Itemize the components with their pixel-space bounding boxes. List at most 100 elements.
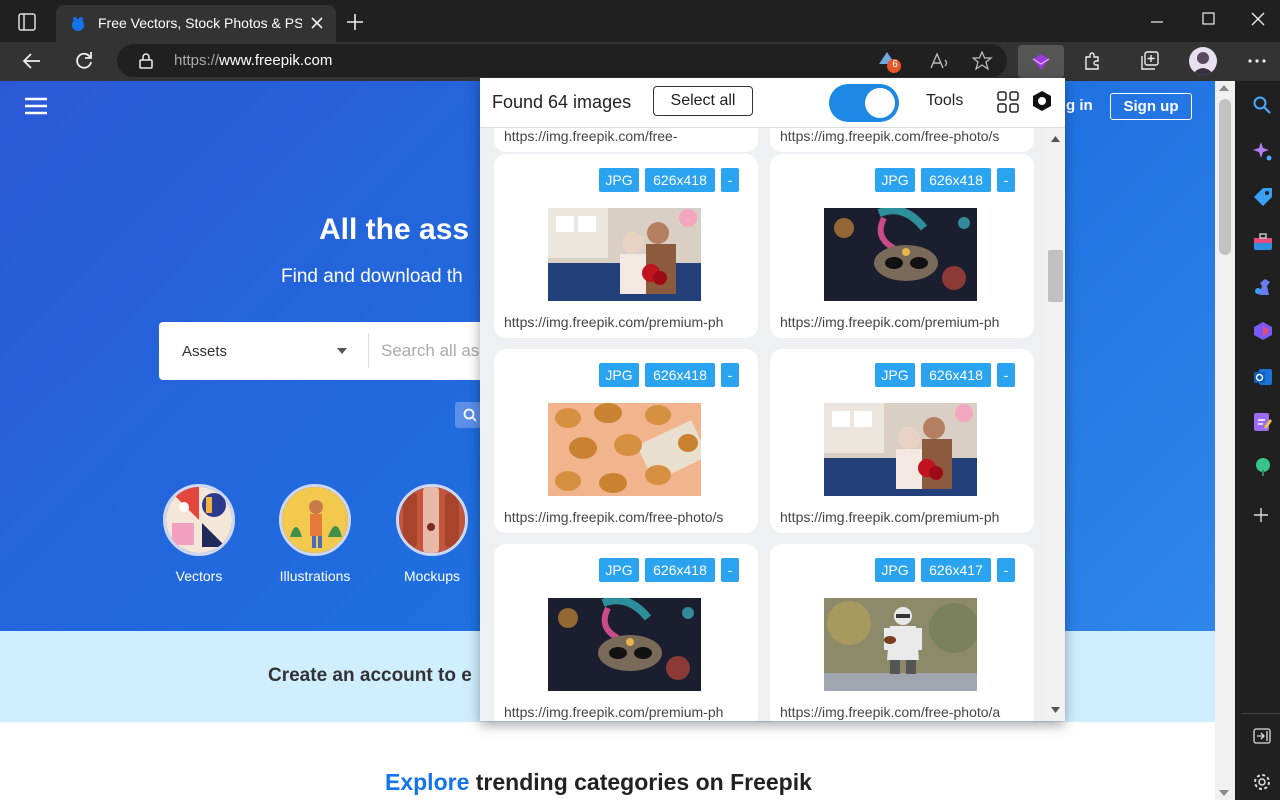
more-badge[interactable]: - (997, 558, 1015, 582)
lock-icon[interactable] (139, 53, 153, 69)
browser-toolbar: https://www.freepik.com 6 (0, 42, 1280, 81)
tools-button[interactable]: Tools (926, 92, 963, 110)
chevron-down-icon[interactable] (337, 348, 347, 354)
search-category-select[interactable]: Assets (182, 343, 227, 360)
edge-sidebar (1241, 81, 1280, 800)
popup-scroll-down-icon[interactable] (1051, 707, 1060, 713)
image-thumbnail[interactable] (548, 598, 701, 691)
maximize-icon[interactable] (1202, 12, 1216, 26)
format-badge: JPG (875, 363, 915, 387)
outlook-icon[interactable] (1253, 367, 1273, 387)
browser-tab-active[interactable]: Free Vectors, Stock Photos & PSD (56, 5, 336, 42)
profile-avatar[interactable] (1189, 47, 1217, 75)
tree-icon[interactable] (1253, 457, 1273, 477)
page-scroll-thumb[interactable] (1219, 99, 1231, 255)
image-thumbnail[interactable] (548, 208, 701, 301)
more-badge[interactable]: - (721, 558, 739, 582)
image-card[interactable]: JPG 626x418- https://img.freepik.com/premi… (770, 154, 1034, 338)
more-badge[interactable]: - (721, 168, 739, 192)
image-url: https://img.freepik.com/premium-ph (504, 314, 724, 330)
login-link[interactable]: g in (1066, 97, 1093, 114)
collections-icon[interactable] (1140, 51, 1160, 71)
minimize-icon[interactable] (1150, 15, 1164, 29)
image-url: https://img.freepik.com/premium-ph (780, 314, 1000, 330)
copilot-sparkle-icon[interactable] (1253, 142, 1273, 162)
hero-title: All the ass (319, 213, 470, 246)
scroll-up-arrow-icon[interactable] (1219, 85, 1229, 91)
url-scheme: https:// (174, 52, 220, 69)
grid-view-icon[interactable] (997, 91, 1019, 113)
image-card[interactable]: JPG 626x418- https://img.freepik.com/premi… (494, 154, 758, 338)
image-url: https://img.freepik.com/free-photo/a (780, 704, 1001, 720)
category-vectors[interactable]: Vectors (161, 484, 237, 584)
popup-header: Found 64 images Select all Tools (480, 78, 1065, 128)
add-sidebar-app-icon[interactable] (1253, 507, 1269, 523)
hide-sidebar-icon[interactable] (1253, 728, 1271, 744)
toggle-knob (865, 88, 895, 118)
tab-title: Free Vectors, Stock Photos & PSD (98, 15, 302, 31)
enable-toggle[interactable] (829, 84, 899, 122)
more-badge[interactable]: - (997, 363, 1015, 387)
url-domain: www.freepik.com (219, 52, 333, 69)
category-mockups[interactable]: Mockups (394, 484, 470, 584)
image-card[interactable]: JPG 626x418- https://img.freepik.com/premi… (494, 544, 758, 721)
image-thumbnail[interactable] (824, 208, 977, 301)
sidebar-search-icon[interactable] (1253, 96, 1271, 114)
tab-actions-icon[interactable] (18, 13, 36, 31)
image-thumbnail[interactable] (824, 598, 977, 691)
image-card-partial[interactable]: https://img.freepik.com/free-photo/s (770, 128, 1034, 152)
search-bar: Assets Search all as (159, 322, 489, 380)
mockups-thumbnail (396, 484, 468, 556)
page-scrollbar[interactable] (1215, 81, 1235, 800)
popup-scroll-thumb[interactable] (1048, 250, 1063, 302)
found-count-text: Found 64 images (492, 92, 632, 112)
popup-scroll-up-icon[interactable] (1051, 136, 1060, 142)
vectors-thumbnail (163, 484, 235, 556)
games-chess-icon[interactable] (1253, 277, 1273, 297)
more-badge[interactable]: - (721, 363, 739, 387)
image-downloader-popup: Found 64 images Select all Tools https:/… (480, 78, 1065, 721)
format-badge: JPG (875, 558, 915, 582)
shopping-tag-icon[interactable] (1253, 187, 1273, 207)
image-card[interactable]: JPG 626x418- https://img.freepik.com/premi… (770, 349, 1034, 533)
search-icon[interactable] (455, 402, 481, 428)
tracking-prevention-icon[interactable]: 6 (877, 50, 903, 74)
image-extension-button[interactable] (1018, 45, 1064, 78)
new-tab-icon[interactable] (346, 13, 364, 31)
microsoft365-icon[interactable] (1253, 321, 1273, 341)
search-input[interactable]: Search all as (381, 341, 479, 361)
scroll-down-arrow-icon[interactable] (1219, 790, 1229, 796)
back-icon[interactable] (22, 51, 42, 71)
settings-hexagon-icon[interactable] (1031, 90, 1053, 112)
explore-highlight: Explore (385, 769, 470, 795)
sidebar-settings-gear-icon[interactable] (1252, 772, 1272, 792)
image-url: https://img.freepik.com/free-photo/s (504, 509, 724, 525)
image-url: https://img.freepik.com/premium-ph (504, 704, 724, 720)
category-illustrations[interactable]: Illustrations (277, 484, 353, 584)
address-bar[interactable]: https://www.freepik.com 6 (117, 44, 1007, 77)
image-card[interactable]: JPG 626x417- https://img.freepik.com/free-… (770, 544, 1034, 721)
url-text[interactable]: https://www.freepik.com (174, 52, 332, 69)
extensions-puzzle-icon[interactable] (1083, 51, 1103, 71)
image-thumbnail[interactable] (824, 403, 977, 496)
signup-button[interactable]: Sign up (1110, 93, 1192, 120)
more-menu-icon[interactable] (1248, 59, 1266, 63)
image-url: https://img.freepik.com/free-photo/s (780, 128, 1000, 144)
drop-notes-icon[interactable] (1253, 412, 1273, 432)
refresh-icon[interactable] (74, 51, 94, 71)
close-window-icon[interactable] (1250, 11, 1266, 27)
image-thumbnail[interactable] (548, 403, 701, 496)
select-all-button[interactable]: Select all (653, 86, 753, 116)
hamburger-menu-icon[interactable] (24, 97, 48, 115)
more-badge[interactable]: - (997, 168, 1015, 192)
close-tab-icon[interactable] (310, 16, 324, 30)
image-card[interactable]: JPG 626x418- https://img.freepik.com/free-… (494, 349, 758, 533)
add-favorite-icon[interactable] (972, 51, 994, 71)
image-card-partial[interactable]: https://img.freepik.com/free- (494, 128, 758, 152)
format-badge: JPG (599, 168, 639, 192)
tools-briefcase-icon[interactable] (1253, 233, 1273, 251)
category-label: Illustrations (279, 568, 351, 584)
category-label: Mockups (403, 568, 461, 584)
popup-scrollbar[interactable] (1046, 128, 1065, 721)
read-aloud-icon[interactable] (929, 52, 951, 70)
